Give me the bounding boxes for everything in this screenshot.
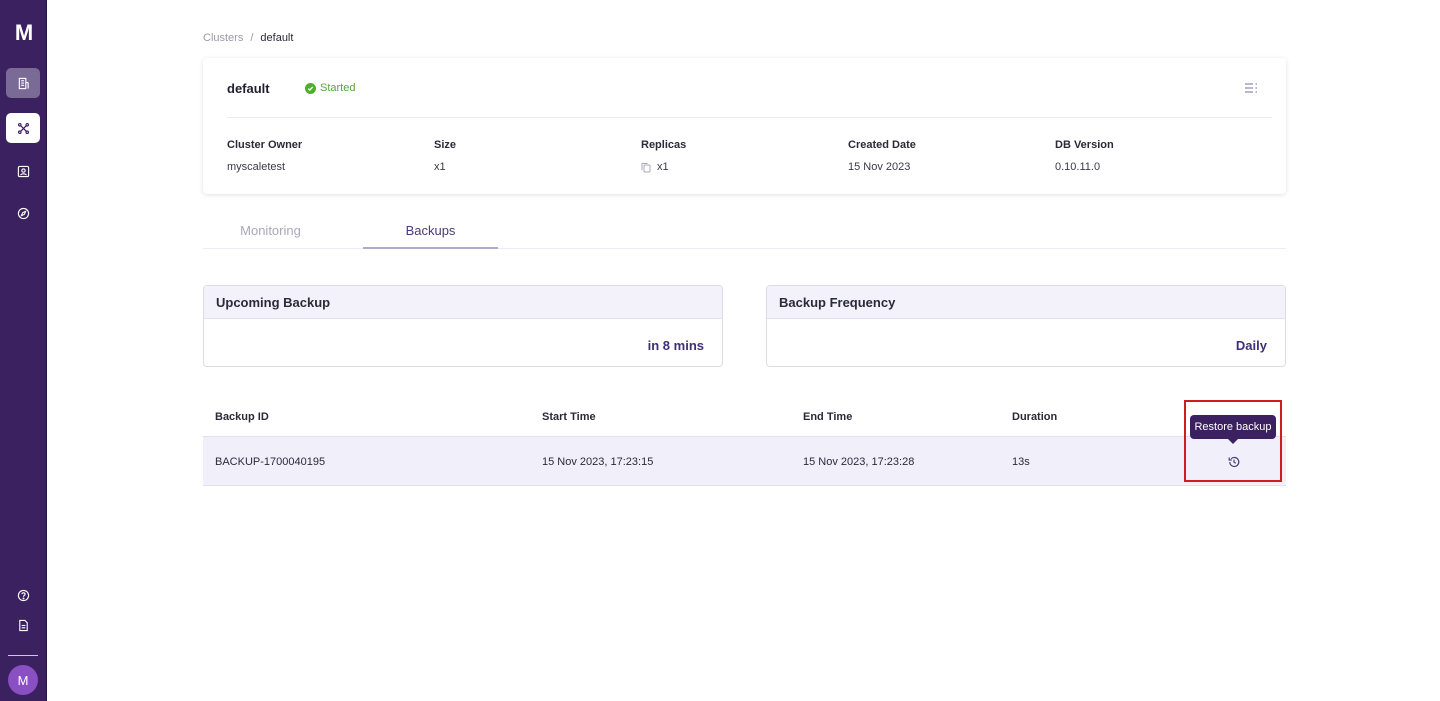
cluster-info-card: default Started Cluster Owner myscaletes…: [203, 58, 1286, 194]
sidebar-item-users[interactable]: [6, 156, 40, 186]
sidebar-divider: [8, 655, 38, 656]
field-created-date: Created Date 15 Nov 2023: [848, 139, 916, 173]
check-circle-icon: [305, 82, 316, 94]
sidebar-item-explore[interactable]: [6, 198, 40, 228]
created-date-value: 15 Nov 2023: [848, 161, 911, 173]
replicas-value: x1: [657, 161, 669, 173]
list-menu-icon[interactable]: [1244, 82, 1258, 94]
backup-frequency-panel: Backup Frequency Daily: [766, 285, 1286, 367]
breadcrumb-separator: /: [250, 32, 254, 44]
field-value: 15 Nov 2023: [848, 161, 916, 173]
compass-icon: [17, 207, 29, 219]
field-label: Cluster Owner: [227, 139, 303, 151]
field-label: Created Date: [848, 139, 916, 151]
app-logo[interactable]: M: [0, 20, 47, 46]
status-badge: Started: [305, 82, 355, 94]
tab-monitoring[interactable]: Monitoring: [203, 223, 338, 249]
sidebar: M M: [0, 0, 47, 701]
field-value: 0.10.11.0: [1055, 161, 1114, 173]
user-card-icon: [17, 165, 29, 177]
cluster-name: default: [227, 81, 270, 96]
building-icon: [18, 77, 29, 89]
upcoming-backup-value: in 8 mins: [647, 338, 704, 353]
size-value: x1: [434, 161, 446, 173]
table-header: Backup ID Start Time End Time Duration: [203, 397, 1286, 437]
status-label: Started: [320, 82, 356, 94]
panel-title: Upcoming Backup: [204, 286, 722, 319]
document-icon: [18, 619, 28, 631]
field-label: Size: [434, 139, 457, 151]
sidebar-item-connections[interactable]: [6, 113, 40, 143]
db-version-value: 0.10.11.0: [1055, 161, 1101, 173]
cluster-owner-value: myscaletest: [227, 161, 286, 173]
field-cluster-owner: Cluster Owner myscaletest: [227, 139, 302, 173]
tab-bar: Monitoring Backups: [203, 223, 1286, 249]
cell-end-time: 15 Nov 2023, 17:23:28: [803, 456, 915, 468]
restore-icon[interactable]: [1227, 455, 1241, 469]
upcoming-backup-panel: Upcoming Backup in 8 mins: [203, 285, 723, 367]
field-value: myscaletest: [227, 161, 302, 173]
panel-title: Backup Frequency: [767, 286, 1285, 319]
sidebar-item-help[interactable]: [6, 580, 40, 610]
card-divider: [227, 117, 1272, 118]
cell-backup-id: BACKUP-1700040195: [215, 456, 326, 468]
field-size: Size x1: [434, 139, 456, 173]
cell-duration: 13s: [1012, 456, 1030, 468]
field-value: x1: [434, 161, 456, 173]
sidebar-item-clusters[interactable]: [6, 68, 40, 98]
copy-icon: [641, 162, 651, 172]
field-value: x1: [641, 161, 686, 173]
network-icon: [17, 122, 29, 134]
field-replicas: Replicas x1: [641, 139, 686, 173]
breadcrumb: Clusters / default: [203, 32, 293, 44]
backup-frequency-value: Daily: [1235, 338, 1267, 353]
field-db-version: DB Version 0.10.11.0: [1055, 139, 1114, 173]
field-label: Replicas: [641, 139, 687, 151]
breadcrumb-current: default: [260, 32, 294, 44]
restore-backup-tooltip: Restore backup: [1190, 415, 1276, 444]
field-label: DB Version: [1055, 139, 1114, 151]
avatar[interactable]: M: [8, 665, 38, 695]
cell-start-time: 15 Nov 2023, 17:23:15: [542, 456, 654, 468]
column-header-backup-id: Backup ID: [215, 411, 269, 423]
column-header-start-time: Start Time: [542, 411, 596, 423]
column-header-end-time: End Time: [803, 411, 853, 423]
help-circle-icon: [17, 589, 29, 601]
backups-table: Backup ID Start Time End Time Duration B…: [203, 397, 1286, 486]
column-header-duration: Duration: [1012, 411, 1058, 423]
breadcrumb-clusters-link[interactable]: Clusters: [203, 32, 243, 44]
table-row: BACKUP-1700040195 15 Nov 2023, 17:23:15 …: [203, 437, 1286, 486]
tab-backups[interactable]: Backups: [363, 223, 498, 249]
sidebar-item-docs[interactable]: [6, 610, 40, 640]
